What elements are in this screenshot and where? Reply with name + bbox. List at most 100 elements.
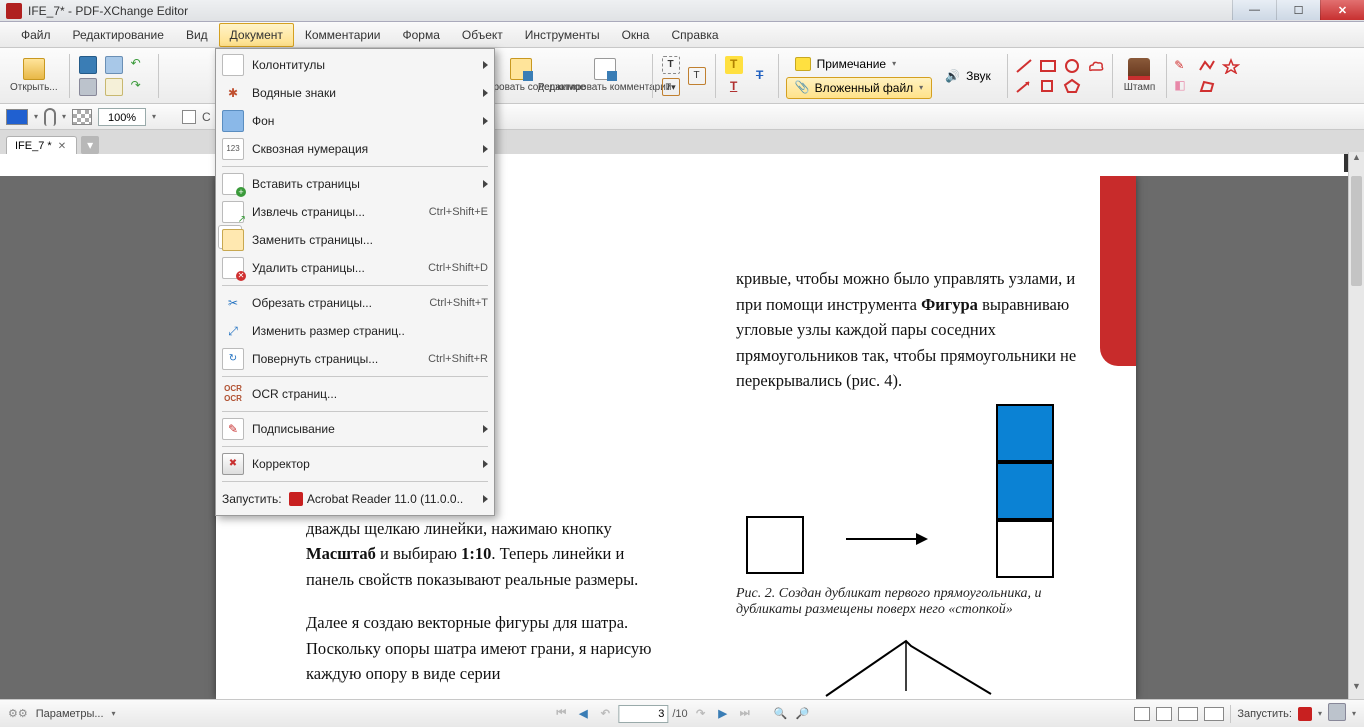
redo-icon: ↷	[131, 78, 149, 96]
background-icon	[222, 110, 244, 132]
maximize-button[interactable]: ☐	[1276, 0, 1320, 20]
menu-delete-pages[interactable]: ✕Удалить страницы...Ctrl+Shift+D	[216, 254, 494, 282]
scan-button[interactable]	[103, 55, 125, 75]
status-print-button[interactable]	[1328, 703, 1346, 724]
nav-back-button[interactable]: ↶	[596, 705, 614, 723]
menu-corrector[interactable]: ✖Корректор	[216, 450, 494, 478]
strikeout-button[interactable]: T	[749, 66, 771, 86]
props-label: С	[202, 110, 211, 124]
tab-close-icon[interactable]: ✕	[58, 141, 66, 152]
highlight-button[interactable]: T	[723, 55, 745, 75]
menu-comments[interactable]: Комментарии	[294, 23, 392, 47]
bates-icon: 123	[222, 138, 244, 160]
menu-replace-pages[interactable]: Заменить страницы...	[216, 226, 494, 254]
menu-file[interactable]: Файл	[10, 23, 62, 47]
ocr-icon: OCROCR	[222, 383, 244, 405]
vertical-scrollbar[interactable]: ▲ ▼	[1348, 152, 1364, 699]
square-shape-button[interactable]	[1039, 78, 1057, 94]
nav-first-button[interactable]: ⏮	[552, 705, 570, 723]
layout-single-button[interactable]	[1134, 707, 1150, 721]
options-gear-icon[interactable]: ⚙⚙	[8, 707, 28, 720]
text-select-button[interactable]: T	[660, 55, 682, 75]
poly-closed-button[interactable]	[1198, 78, 1216, 94]
callout-button[interactable]: T	[686, 66, 708, 86]
tab-ife7[interactable]: IFE_7 * ✕	[6, 136, 77, 154]
close-button[interactable]: ✕	[1320, 0, 1364, 20]
document-viewport[interactable]: ных фигур сновных размеровзоверхность ша…	[0, 176, 1348, 699]
undo-button[interactable]: ↶	[129, 55, 151, 75]
scrollbar-thumb[interactable]	[1351, 176, 1362, 286]
stamp-button[interactable]: Штамп	[1120, 52, 1159, 100]
star-button[interactable]	[1222, 58, 1240, 74]
poly-line-button[interactable]	[1198, 58, 1216, 74]
menu-tools[interactable]: Инструменты	[514, 23, 611, 47]
menu-watermarks[interactable]: ✱Водяные знаки	[216, 79, 494, 107]
underline-button[interactable]: T	[723, 77, 745, 97]
open-button[interactable]: Открыть...	[6, 52, 62, 100]
zoom-out-button[interactable]: 🔍	[772, 705, 790, 723]
menu-headers-footers[interactable]: Колонтитулы	[216, 51, 494, 79]
status-bar: ⚙⚙ Параметры...▾ ⏮ ◀ ↶ /10 ↷ ▶ ⏭ 🔍 🔎 Зап…	[0, 699, 1364, 727]
folder-open-icon	[23, 58, 45, 80]
nav-last-button[interactable]: ⏭	[736, 705, 754, 723]
zoom-in-button[interactable]: 🔎	[794, 705, 812, 723]
minimize-button[interactable]: —	[1232, 0, 1276, 20]
pentagon-shape-button[interactable]	[1063, 78, 1081, 94]
scanner-icon	[105, 56, 123, 74]
menu-extract-pages[interactable]: ↗Извлечь страницы...Ctrl+Shift+E	[216, 198, 494, 226]
opacity-button[interactable]	[72, 109, 92, 125]
printer-icon	[79, 78, 97, 96]
status-acrobat-icon[interactable]	[1298, 707, 1312, 721]
zoom-value[interactable]: 100%	[98, 108, 146, 126]
layout-facing-cont-button[interactable]	[1204, 707, 1224, 721]
menu-insert-pages[interactable]: +Вставить страницы	[216, 170, 494, 198]
menu-document[interactable]: Документ	[219, 23, 294, 47]
strikeout-icon: T	[751, 67, 769, 85]
eraser-button[interactable]: ◧	[1174, 78, 1192, 94]
props-checkbox[interactable]	[182, 110, 196, 124]
print-button[interactable]	[77, 77, 99, 97]
nav-prev-button[interactable]: ◀	[574, 705, 592, 723]
sound-button[interactable]: 🔊 Звук	[936, 65, 1000, 87]
rotate-icon: ↻	[222, 348, 244, 370]
menu-form[interactable]: Форма	[391, 23, 450, 47]
line-shape-button[interactable]	[1015, 58, 1033, 74]
redo-button[interactable]: ↷	[129, 77, 151, 97]
menu-edit[interactable]: Редактирование	[62, 23, 175, 47]
menu-crop-pages[interactable]: ✂Обрезать страницы...Ctrl+Shift+T	[216, 289, 494, 317]
page-side-tab	[1100, 176, 1136, 366]
rect-shape-button[interactable]	[1039, 58, 1057, 74]
save-button[interactable]	[77, 55, 99, 75]
menu-background[interactable]: Фон	[216, 107, 494, 135]
fill-color-button[interactable]	[6, 109, 28, 125]
menu-ocr-pages[interactable]: OCROCROCR страниц...	[216, 380, 494, 408]
nav-forward-button[interactable]: ↷	[692, 705, 710, 723]
arrow-shape-button[interactable]	[1015, 78, 1033, 94]
circle-shape-button[interactable]	[1063, 58, 1081, 74]
menu-resize-pages[interactable]: ⤢Изменить размер страниц..	[216, 317, 494, 345]
menu-object[interactable]: Объект	[451, 23, 514, 47]
note-button[interactable]: Примечание▾	[786, 53, 933, 75]
page-number-input[interactable]	[618, 705, 668, 723]
menu-launch-acrobat[interactable]: Запустить: Acrobat Reader 11.0 (11.0.0..	[216, 485, 494, 513]
attachment-button[interactable]: 📎 Вложенный файл▾	[786, 77, 933, 99]
menu-bates[interactable]: 123Сквозная нумерация	[216, 135, 494, 163]
attachment-tool-button[interactable]	[44, 108, 56, 126]
email-button[interactable]	[103, 77, 125, 97]
layout-cont-button[interactable]	[1156, 707, 1172, 721]
edit-comments-button[interactable]: Редактировать комментарии	[565, 52, 645, 100]
tab-add-button[interactable]: ▾	[81, 136, 99, 154]
menu-signing[interactable]: ✎Подписывание	[216, 415, 494, 443]
menu-view[interactable]: Вид	[175, 23, 219, 47]
menu-rotate-pages[interactable]: ↻Повернуть страницы...Ctrl+Shift+R	[216, 345, 494, 373]
menu-help[interactable]: Справка	[660, 23, 729, 47]
pencil-button[interactable]: ✎	[1174, 58, 1192, 74]
options-button[interactable]: Параметры...	[36, 708, 104, 720]
nav-next-button[interactable]: ▶	[714, 705, 732, 723]
layout-facing-button[interactable]	[1178, 707, 1198, 721]
cloud-shape-button[interactable]	[1087, 58, 1105, 74]
doc-body-right: кривые, чтобы можно было управлять узлам…	[736, 266, 1096, 394]
envelope-icon	[105, 78, 123, 96]
menu-windows[interactable]: Окна	[611, 23, 661, 47]
textbox-button[interactable]: T▾	[660, 77, 682, 97]
